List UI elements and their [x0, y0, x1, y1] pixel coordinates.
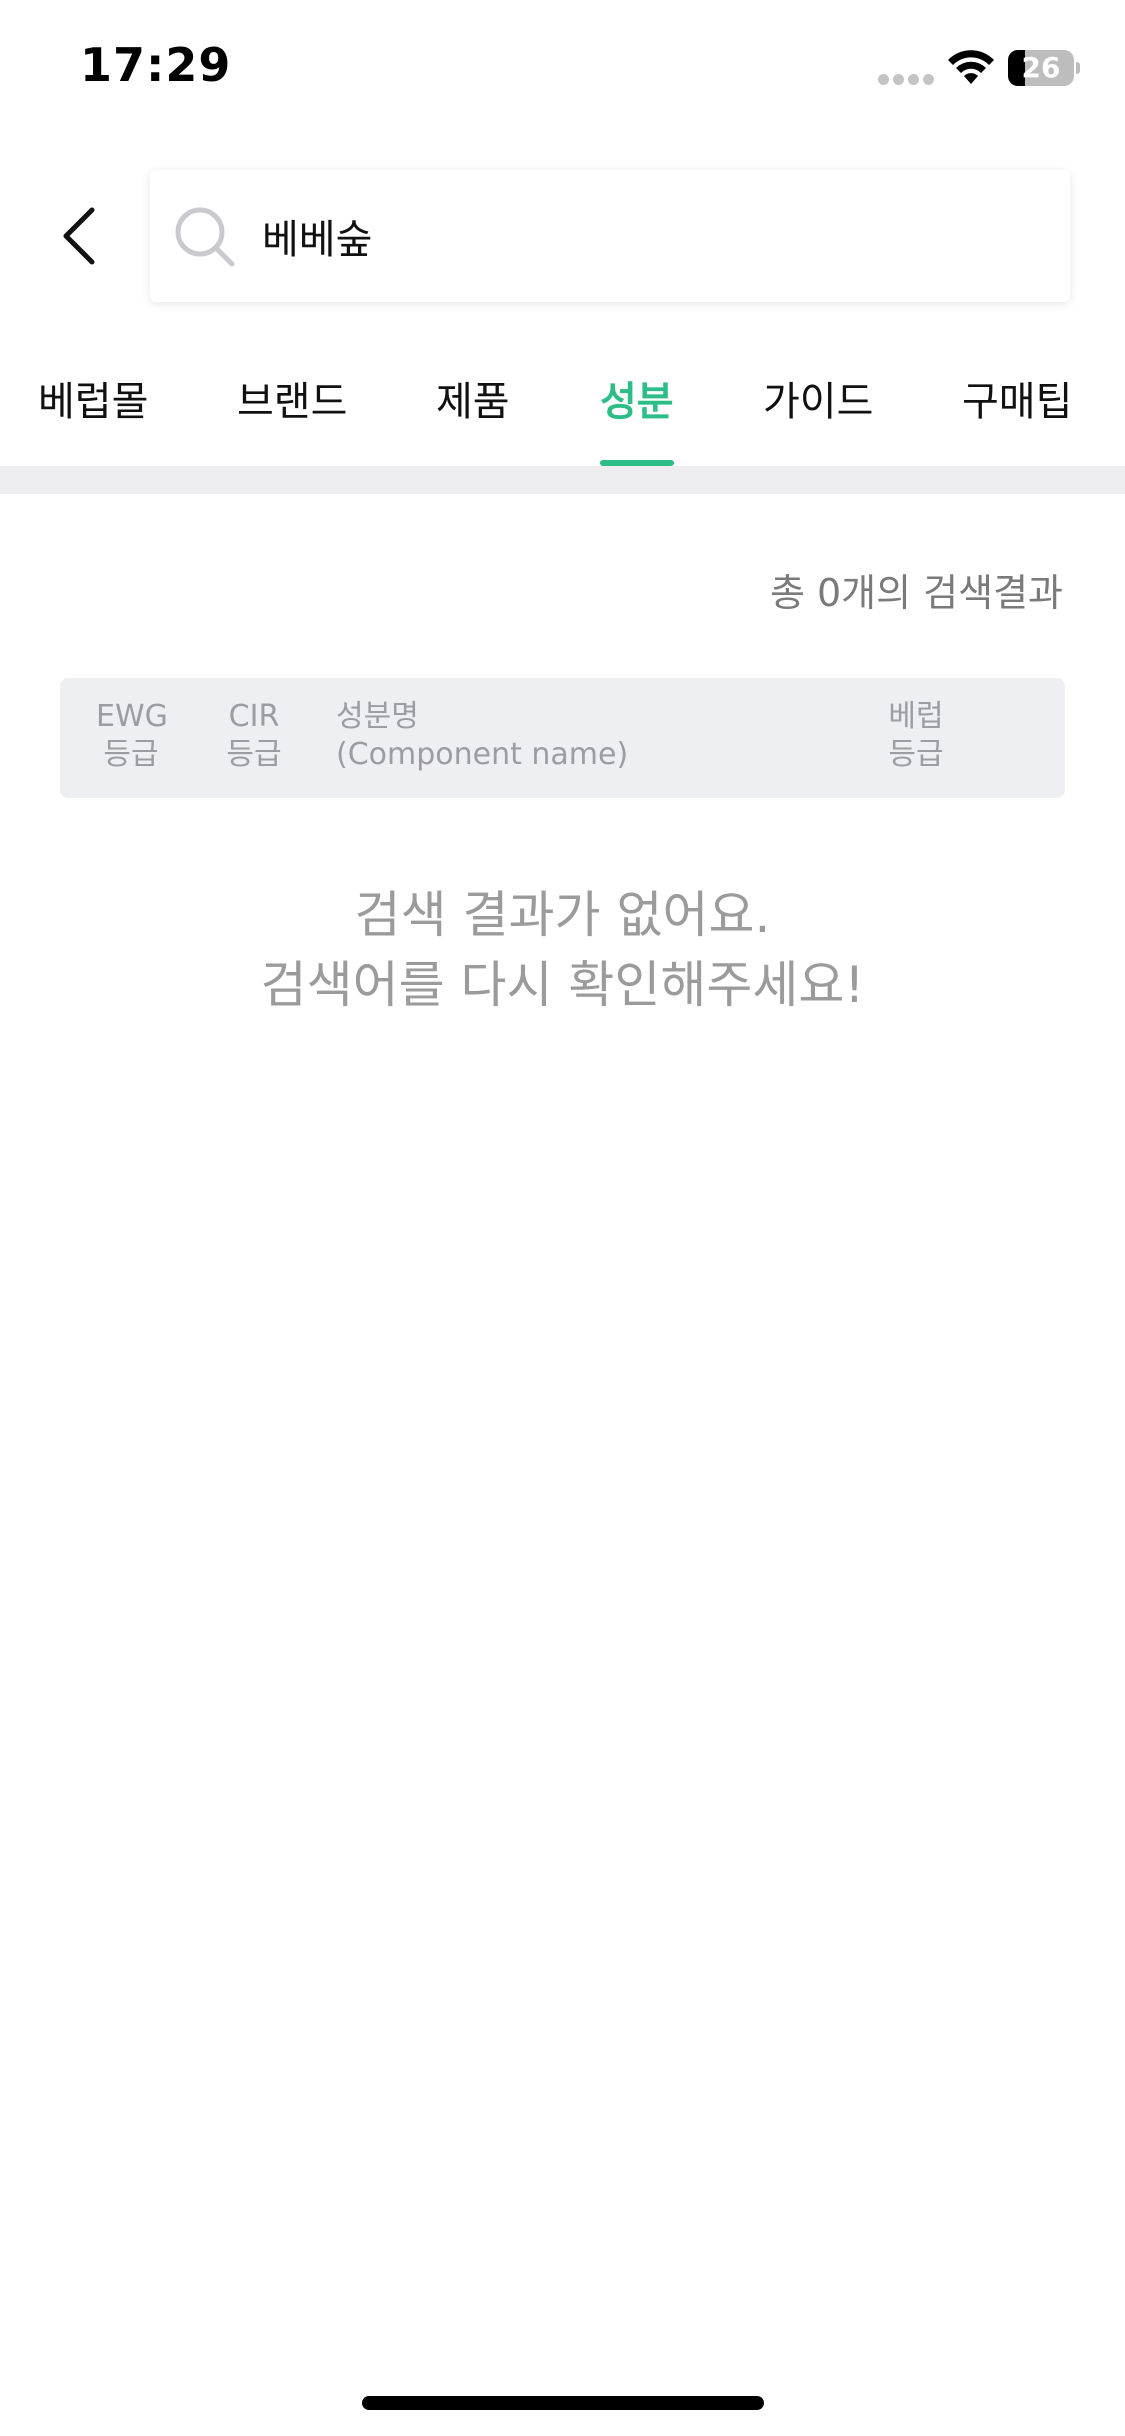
column-header-line: EWG: [96, 699, 168, 734]
tab-label: 가이드: [763, 379, 874, 425]
tab-ingredient[interactable]: 성분: [600, 350, 674, 466]
table-header: EWG 등급 CIR 등급 성분명 (Component name) 베럽 등급: [60, 678, 1065, 798]
column-header-line: (Component name): [336, 737, 629, 772]
status-bar: 17:29 26: [0, 0, 1125, 140]
empty-state-line: 검색 결과가 없어요.: [354, 886, 771, 944]
tab-label: 성분: [600, 379, 674, 425]
battery-icon: 26: [1008, 50, 1080, 86]
column-header-cir-grade: CIR 등급: [224, 698, 284, 774]
column-header-berup-grade: 베럽 등급: [886, 698, 946, 774]
search-icon: [175, 207, 235, 267]
tab-label: 브랜드: [237, 379, 348, 425]
home-indicator[interactable]: [362, 2396, 764, 2410]
column-header-line: 등급: [103, 737, 159, 772]
column-header-line: 등급: [226, 737, 282, 772]
battery-level: 26: [1021, 51, 1061, 84]
wifi-icon: [948, 50, 994, 84]
search-box[interactable]: [150, 170, 1070, 302]
status-time: 17:29: [80, 38, 232, 92]
tab-buying-tips[interactable]: 구매팁: [962, 350, 1072, 466]
tab-brand[interactable]: 브랜드: [237, 350, 347, 466]
column-header-line: 베럽: [888, 699, 944, 734]
tab-mall[interactable]: 베럽몰: [38, 350, 148, 466]
column-header-ewg-grade: EWG 등급: [96, 698, 168, 774]
empty-state-message: 검색 결과가 없어요. 검색어를 다시 확인해주세요!: [0, 880, 1125, 1020]
tab-label: 구매팁: [962, 379, 1073, 425]
chevron-left-icon: [63, 207, 95, 265]
tab-label: 베럽몰: [38, 379, 149, 425]
tab-product[interactable]: 제품: [436, 350, 510, 466]
column-header-line: 성분명: [336, 699, 419, 734]
section-divider: [0, 466, 1125, 494]
tab-bar: 베럽몰 브랜드 제품 성분 가이드 구매팁: [0, 350, 1125, 466]
tab-guide[interactable]: 가이드: [763, 350, 873, 466]
tab-label: 제품: [436, 379, 510, 425]
column-header-line: 등급: [888, 737, 944, 772]
back-button[interactable]: [44, 196, 116, 276]
empty-state-line: 검색어를 다시 확인해주세요!: [260, 956, 865, 1014]
cellular-signal-icon: [878, 74, 934, 86]
search-input[interactable]: [262, 194, 1042, 278]
result-count: 총 0개의 검색결과: [769, 571, 1063, 615]
column-header-line: CIR: [228, 699, 280, 734]
column-header-component-name: 성분명 (Component name): [336, 698, 736, 774]
